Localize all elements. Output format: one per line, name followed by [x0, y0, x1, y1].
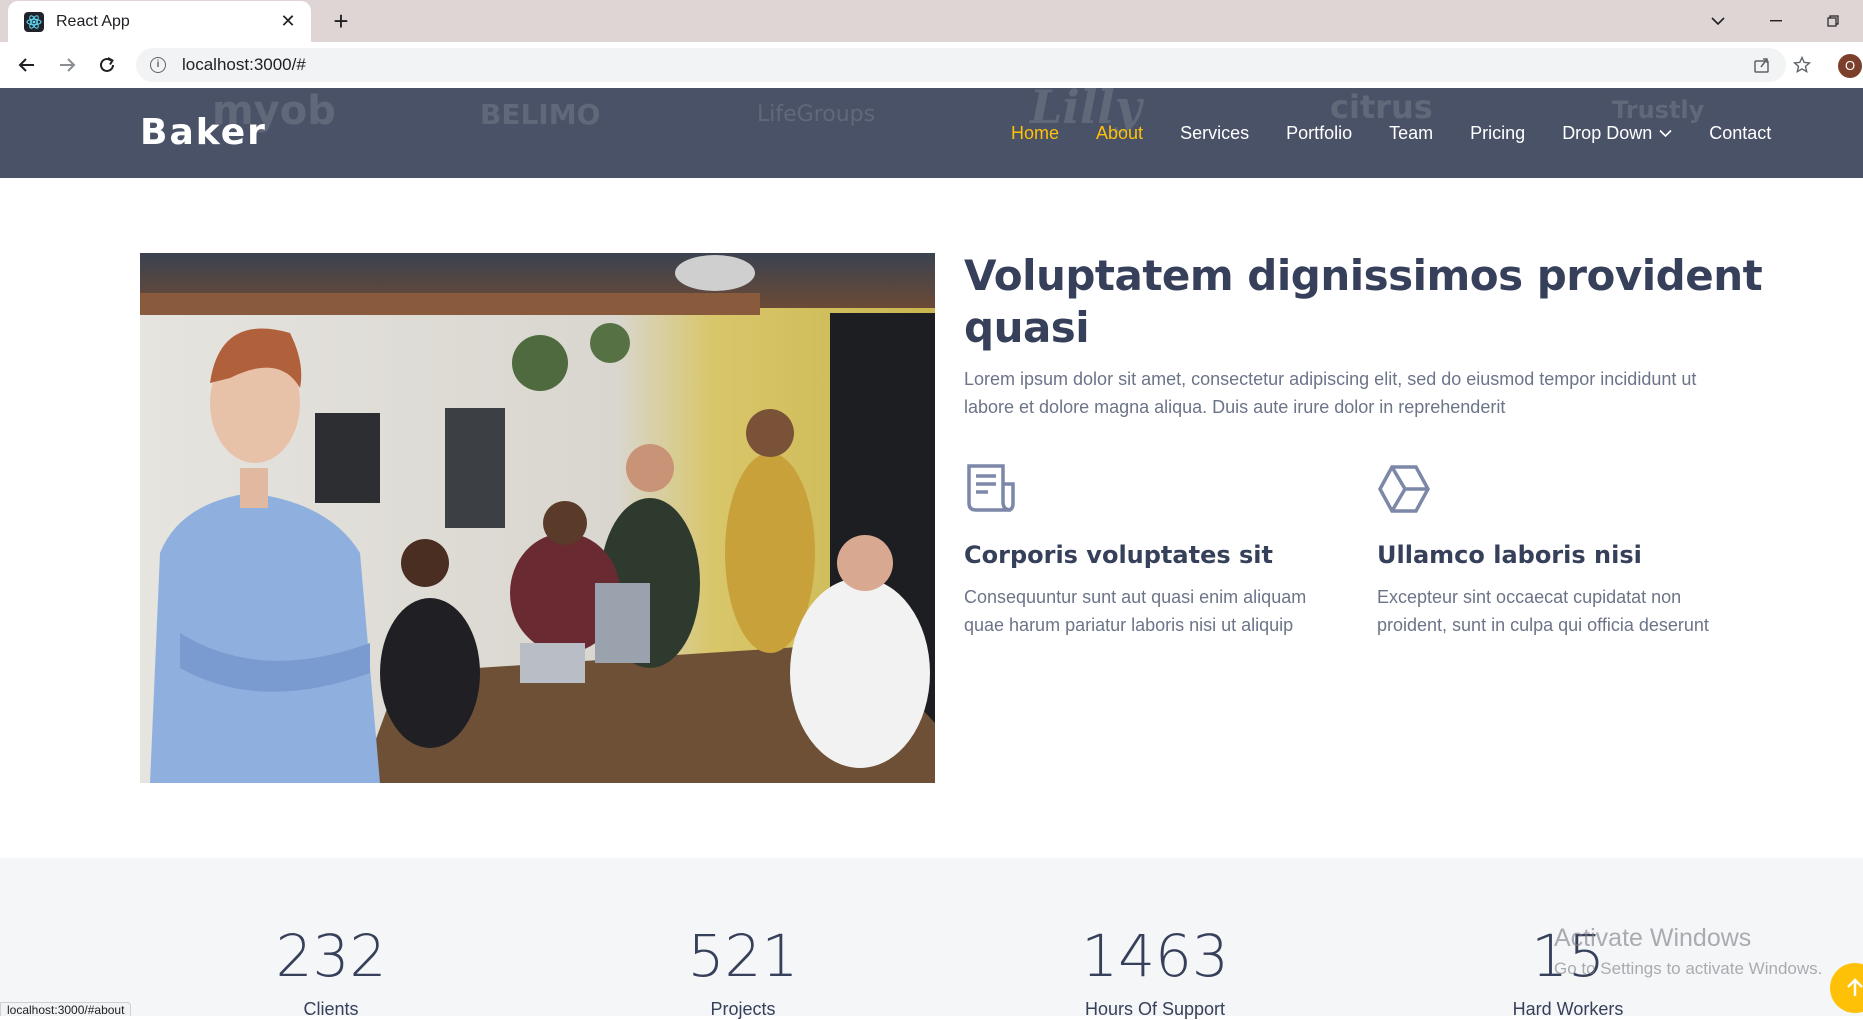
feature-text: Excepteur sint occaecat cupidatat non pr…	[1377, 587, 1709, 635]
tab-title: React App	[56, 12, 130, 30]
tab-search-icon[interactable]	[1690, 0, 1746, 42]
browser-tab[interactable]: React App ✕	[8, 1, 311, 42]
back-icon[interactable]	[13, 51, 41, 79]
feature-card: Ullamco laboris nisi Excepteur sint occa…	[1377, 462, 1737, 639]
about-team-photo	[140, 253, 935, 783]
browser-tab-strip: React App ✕ +	[0, 0, 1863, 42]
profile-avatar[interactable]: O	[1838, 54, 1862, 78]
cube-icon	[1378, 465, 1430, 513]
count-label: Hard Workers	[1512, 999, 1624, 1019]
count-item: 521 Projects	[593, 858, 893, 1020]
reload-icon[interactable]	[93, 51, 121, 79]
about-description: Lorem ipsum dolor sit amet, consectetur …	[964, 369, 1697, 417]
share-icon[interactable]	[1748, 51, 1776, 79]
bookmark-star-icon[interactable]	[1788, 51, 1816, 79]
logo-belimo: BELIMO	[480, 98, 601, 131]
count-value: 232	[275, 922, 387, 990]
nav-home[interactable]: Home	[1011, 123, 1059, 144]
feature-title: Corporis voluptates sit	[964, 541, 1273, 569]
nav-services[interactable]: Services	[1180, 123, 1249, 144]
nav-about[interactable]: About	[1096, 123, 1143, 144]
watermark-title: Activate Windows	[1554, 924, 1752, 952]
site-info-icon[interactable]: i	[150, 57, 166, 73]
count-label: Clients	[303, 999, 359, 1019]
nav-portfolio[interactable]: Portfolio	[1286, 123, 1352, 144]
count-item: 1463 Hours Of Support	[1005, 858, 1305, 1020]
watermark-subtitle: Go to Settings to activate Windows.	[1554, 959, 1823, 978]
count-value: 1463	[1081, 922, 1229, 990]
windows-activation-watermark: Activate Windows Go to Settings to activ…	[1554, 924, 1822, 979]
main-nav: Home About Services Portfolio Team Prici…	[974, 88, 1771, 178]
url-text: localhost:3000/#	[182, 55, 306, 74]
receipt-icon	[967, 464, 1015, 512]
feature-title: Ullamco laboris nisi	[1377, 541, 1642, 569]
address-bar[interactable]: i localhost:3000/#	[136, 48, 1786, 82]
site-header: myob BELIMO LifeGroups Lilly citrus Trus…	[0, 88, 1863, 178]
browser-toolbar: i localhost:3000/# O	[0, 42, 1863, 88]
close-tab-icon[interactable]: ✕	[277, 11, 299, 32]
logo-lifegroups: LifeGroups	[757, 102, 876, 127]
chevron-down-icon	[1659, 129, 1672, 137]
new-tab-button[interactable]: +	[326, 6, 356, 36]
nav-contact[interactable]: Contact	[1709, 123, 1771, 144]
link-status-bar: localhost:3000/#about	[0, 1002, 132, 1017]
site-brand[interactable]: Baker	[140, 112, 267, 153]
arrow-up-icon	[1847, 978, 1863, 996]
nav-dropdown[interactable]: Drop Down	[1562, 123, 1672, 144]
restore-button[interactable]	[1805, 0, 1861, 42]
count-label: Hours Of Support	[1084, 999, 1226, 1019]
count-value: 521	[687, 922, 799, 990]
react-favicon-icon	[24, 11, 44, 32]
feature-text: Consequuntur sunt aut quasi enim aliquam…	[964, 587, 1307, 635]
nav-team[interactable]: Team	[1389, 123, 1433, 144]
count-label: Projects	[710, 999, 776, 1019]
count-item: 232 Clients	[181, 858, 481, 1020]
nav-pricing[interactable]: Pricing	[1470, 123, 1525, 144]
about-title: Voluptatem dignissimos provident quasi	[964, 251, 1763, 352]
forward-icon[interactable]	[53, 51, 81, 79]
nav-dropdown-label: Drop Down	[1562, 122, 1653, 143]
minimize-button[interactable]	[1748, 0, 1804, 42]
feature-card: Corporis voluptates sit Consequuntur sun…	[964, 462, 1324, 639]
